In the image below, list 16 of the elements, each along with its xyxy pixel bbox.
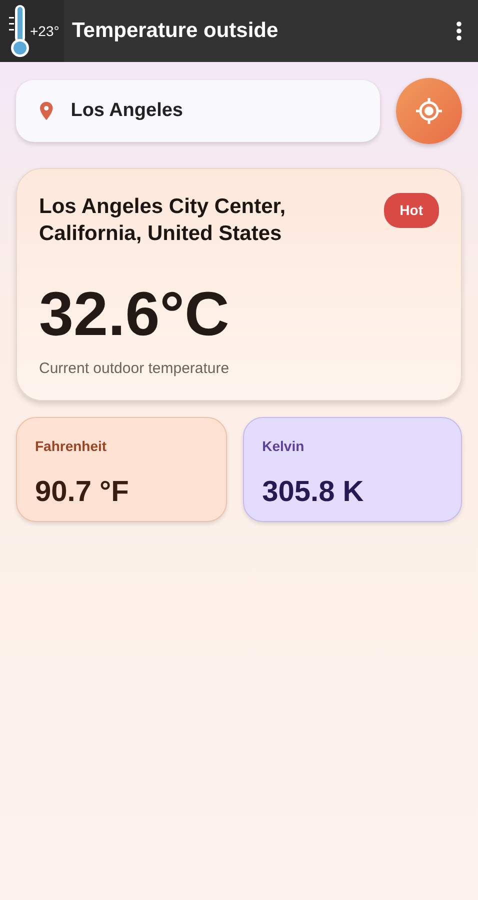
temperature-value: 32.6°C (39, 284, 230, 346)
unit-value: 305.8 K (262, 475, 365, 510)
location-name: Los Angeles City Center, California, United States (39, 194, 287, 248)
unit-label: Kelvin (262, 437, 306, 456)
location-search-field[interactable]: Los Angeles (16, 80, 380, 142)
unit-value: 90.7 °F (35, 475, 130, 510)
location-pin-icon (40, 101, 53, 121)
app-title: Temperature outside (72, 18, 280, 44)
more-menu-button[interactable] (456, 19, 462, 43)
app-icon-text: +23° (30, 22, 60, 40)
search-input[interactable]: Los Angeles (68, 96, 356, 126)
temperature-caption: Current outdoor temperature (39, 358, 230, 379)
unit-label: Fahrenheit (35, 437, 108, 456)
my-location-button[interactable] (396, 78, 462, 144)
crosshair-icon (415, 97, 443, 125)
hot-badge: Hot (384, 193, 439, 228)
